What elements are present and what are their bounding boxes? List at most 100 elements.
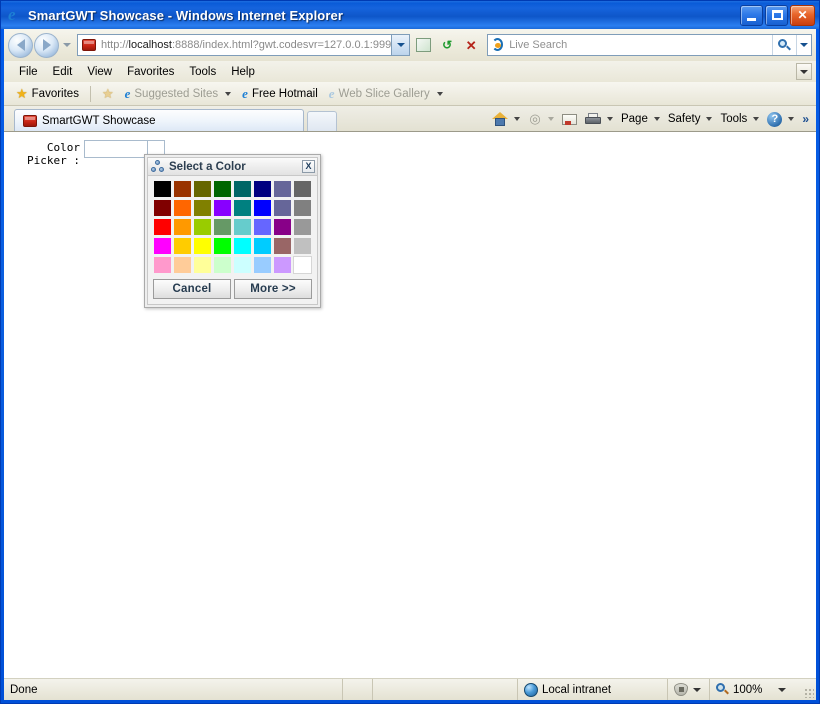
tab-smartgwt-showcase[interactable]: SmartGWT Showcase	[14, 109, 304, 131]
forward-button[interactable]	[34, 32, 59, 58]
color-swatch[interactable]	[233, 180, 252, 198]
color-swatch[interactable]	[173, 199, 192, 217]
help-menu-button[interactable]: ?	[764, 110, 797, 129]
dialog-close-button[interactable]: X	[302, 160, 315, 173]
favorites-label: Favorites	[31, 87, 79, 100]
read-mail-button[interactable]	[559, 112, 580, 127]
color-swatch[interactable]	[293, 256, 312, 274]
menu-item-file[interactable]: File	[12, 64, 45, 80]
color-swatch[interactable]	[293, 218, 312, 236]
dialog-title: Select a Color	[169, 160, 246, 173]
color-swatch[interactable]	[253, 218, 272, 236]
protected-mode-button[interactable]	[668, 679, 710, 700]
color-swatch[interactable]	[193, 218, 212, 236]
minimize-icon	[747, 17, 756, 21]
menu-item-favorites[interactable]: Favorites	[120, 64, 181, 80]
color-swatch[interactable]	[153, 180, 172, 198]
color-swatch[interactable]	[233, 237, 252, 255]
color-swatch[interactable]	[193, 199, 212, 217]
color-swatch[interactable]	[273, 218, 292, 236]
color-swatch[interactable]	[153, 256, 172, 274]
color-swatch[interactable]	[193, 237, 212, 255]
favorites-item-suggested-sites[interactable]: e Suggested Sites	[121, 86, 236, 101]
minimize-button[interactable]	[740, 4, 763, 26]
color-swatch[interactable]	[273, 237, 292, 255]
color-swatch[interactable]	[213, 199, 232, 217]
color-swatch[interactable]	[173, 237, 192, 255]
refresh-button[interactable]: ↺	[436, 34, 458, 56]
help-icon: ?	[767, 111, 783, 127]
search-provider-dropdown[interactable]	[796, 35, 811, 55]
color-swatch[interactable]	[293, 199, 312, 217]
tools-menu-label: Tools	[720, 113, 748, 125]
favorites-item-free-hotmail[interactable]: e Free Hotmail	[238, 86, 322, 101]
security-zone-button[interactable]: Local intranet	[518, 679, 668, 700]
favorites-bar: ★ Favorites ★ e Suggested Sites e Free H…	[4, 82, 816, 106]
maximize-button[interactable]	[765, 4, 788, 26]
search-button[interactable]	[772, 35, 796, 55]
color-swatch[interactable]	[253, 180, 272, 198]
zoom-button[interactable]: 100%	[710, 679, 802, 700]
color-swatch[interactable]	[293, 237, 312, 255]
address-dropdown-button[interactable]	[391, 35, 410, 55]
page-menu-label: Page	[620, 113, 648, 125]
color-swatch[interactable]	[173, 218, 192, 236]
color-swatch[interactable]	[273, 199, 292, 217]
search-box[interactable]: Live Search	[487, 34, 812, 56]
command-bar-overflow-button[interactable]: »	[799, 112, 812, 126]
chevron-down-icon	[606, 117, 613, 121]
color-swatch-grid	[153, 180, 312, 274]
menu-item-edit[interactable]: Edit	[46, 64, 80, 80]
color-swatch[interactable]	[293, 180, 312, 198]
menu-item-help[interactable]: Help	[224, 64, 262, 80]
page-menu-button[interactable]: Page	[618, 111, 663, 127]
menu-overflow-button[interactable]	[796, 63, 812, 80]
home-button[interactable]	[489, 110, 523, 128]
menu-item-view[interactable]: View	[80, 64, 119, 80]
back-arrow-icon	[16, 39, 25, 51]
color-swatch[interactable]	[253, 256, 272, 274]
color-swatch[interactable]	[153, 218, 172, 236]
ie-icon: e	[328, 86, 335, 101]
color-swatch[interactable]	[273, 256, 292, 274]
address-bar[interactable]: http://localhost:8888/index.html?gwt.cod…	[77, 34, 411, 56]
color-picker-label-line2: Picker :	[27, 154, 80, 167]
resize-grip-icon[interactable]	[802, 679, 816, 700]
color-swatch[interactable]	[213, 237, 232, 255]
search-input[interactable]: Live Search	[509, 39, 772, 51]
print-button[interactable]	[582, 111, 616, 128]
color-swatch[interactable]	[173, 180, 192, 198]
color-swatch[interactable]	[173, 256, 192, 274]
back-button[interactable]	[8, 32, 33, 58]
color-swatch[interactable]	[233, 199, 252, 217]
color-swatch[interactable]	[273, 180, 292, 198]
new-tab-button[interactable]	[307, 111, 337, 131]
color-swatch[interactable]	[213, 180, 232, 198]
color-swatch[interactable]	[233, 218, 252, 236]
chevron-down-icon	[225, 91, 232, 96]
color-swatch[interactable]	[253, 199, 272, 217]
feeds-button[interactable]: ◎	[525, 110, 557, 128]
color-swatch[interactable]	[213, 218, 232, 236]
close-button[interactable]: ✕	[790, 4, 815, 26]
color-swatch[interactable]	[253, 237, 272, 255]
url-rest: :8888/index.html?gwt.codesvr=127.0.0.1:9…	[171, 39, 392, 51]
more-button[interactable]: More >>	[234, 279, 312, 299]
compatibility-view-button[interactable]	[412, 34, 434, 56]
color-swatch[interactable]	[233, 256, 252, 274]
tools-menu-button[interactable]: Tools	[717, 111, 762, 127]
stop-button[interactable]: ✕	[460, 34, 482, 56]
safety-menu-button[interactable]: Safety	[665, 111, 716, 127]
favorites-item-web-slice-gallery[interactable]: e Web Slice Gallery	[325, 86, 447, 101]
color-swatch[interactable]	[213, 256, 232, 274]
color-swatch[interactable]	[193, 180, 212, 198]
color-swatch[interactable]	[153, 237, 172, 255]
favorites-center-button[interactable]: ★ Favorites	[12, 86, 83, 101]
color-swatch[interactable]	[193, 256, 212, 274]
color-picker-input[interactable]	[84, 140, 148, 158]
cancel-button[interactable]: Cancel	[153, 279, 231, 299]
recent-pages-button[interactable]	[61, 33, 73, 58]
add-to-favorites-bar-button[interactable]: ★	[98, 86, 118, 101]
color-swatch[interactable]	[153, 199, 172, 217]
menu-item-tools[interactable]: Tools	[182, 64, 223, 80]
